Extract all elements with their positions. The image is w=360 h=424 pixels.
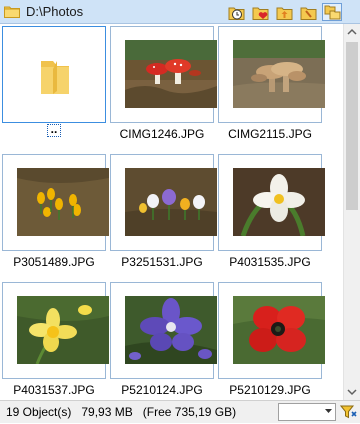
chevron-down-icon xyxy=(347,389,357,396)
thumbnail-item[interactable]: P4031535.JPG xyxy=(216,152,325,280)
file-name: P4031537.JPG xyxy=(13,383,95,397)
scroll-up-button[interactable] xyxy=(344,24,360,40)
thumbnail-frame xyxy=(110,282,217,379)
thumbnail-item[interactable]: P5210129.JPG xyxy=(216,280,325,400)
vertical-scrollbar[interactable] xyxy=(343,24,360,400)
filter-icon xyxy=(339,405,357,419)
file-name: P3051489.JPG xyxy=(13,255,95,269)
title-bar: D:\Photos xyxy=(0,0,360,24)
filter-button[interactable] xyxy=(339,404,358,421)
free-space: (Free 735,19 GB) xyxy=(142,405,237,419)
clematis-photo xyxy=(125,296,217,364)
scroll-down-button[interactable] xyxy=(344,384,360,400)
folder-root-icon xyxy=(300,7,317,20)
tulip-photo xyxy=(233,168,325,236)
parent-folder-button[interactable] xyxy=(274,3,294,21)
object-count: 19 Object(s) xyxy=(6,405,72,419)
chevron-up-icon xyxy=(347,28,357,35)
thumbnail-item[interactable]: P3051489.JPG xyxy=(0,152,109,280)
thumbnail-item[interactable]: P5210124.JPG xyxy=(108,280,217,400)
dropdown-arrow-icon xyxy=(325,409,332,413)
file-name: P3251531.JPG xyxy=(121,255,203,269)
root-folder-button[interactable] xyxy=(298,3,318,21)
filter-dropdown[interactable] xyxy=(278,403,336,421)
folder-up-icon xyxy=(276,7,293,20)
mushroom-photo xyxy=(233,40,325,108)
copy-folder-button[interactable] xyxy=(322,3,342,21)
thumbnail-item[interactable]: CIMG1246.JPG xyxy=(108,24,217,152)
file-name: P5210124.JPG xyxy=(121,383,203,397)
scroll-thumb[interactable] xyxy=(346,42,358,210)
clock-icon xyxy=(228,7,245,20)
file-name: P5210129.JPG xyxy=(229,383,311,397)
thumbnail-frame xyxy=(218,282,325,379)
favorites-folder-icon xyxy=(252,7,269,20)
status-summary: 19 Object(s) 79,93 MB (Free 735,19 GB) xyxy=(6,405,236,419)
total-size: 79,93 MB xyxy=(81,405,133,419)
daffodil-photo xyxy=(17,296,109,364)
copy-folder-icon xyxy=(324,5,341,20)
crocus-photo xyxy=(17,168,109,236)
current-path: D:\Photos xyxy=(26,4,84,19)
poppy-photo xyxy=(233,296,325,364)
file-name: CIMG1246.JPG xyxy=(119,127,205,141)
favorites-button[interactable] xyxy=(250,3,270,21)
thumbnail-frame xyxy=(218,154,325,251)
history-button[interactable] xyxy=(226,3,246,21)
thumbnail-item[interactable]: CIMG2115.JPG xyxy=(216,24,325,152)
thumbnail-frame xyxy=(110,154,217,251)
folder-icon xyxy=(4,6,20,18)
parent-folder-item[interactable]: .. xyxy=(0,24,108,152)
thumbnail-frame xyxy=(2,26,106,123)
thumbnail-grid: .. CIMG1246.JPG CIMG2115.JPG P3051489.JP… xyxy=(0,24,343,400)
thumbnail-frame xyxy=(218,26,325,123)
thumbnail-item[interactable]: P3251531.JPG xyxy=(108,152,217,280)
file-name: P4031535.JPG xyxy=(229,255,311,269)
mushroom-photo xyxy=(125,40,217,108)
thumbnail-frame xyxy=(2,154,109,251)
parent-folder-label: .. xyxy=(47,123,61,137)
folder-icon xyxy=(41,61,69,94)
crocus-photo xyxy=(125,168,217,236)
thumbnail-frame xyxy=(2,282,109,379)
status-bar: 19 Object(s) 79,93 MB (Free 735,19 GB) xyxy=(0,400,360,423)
thumbnail-frame xyxy=(110,26,217,123)
thumbnail-item[interactable]: P4031537.JPG xyxy=(0,280,109,400)
file-name: CIMG2115.JPG xyxy=(228,127,312,141)
